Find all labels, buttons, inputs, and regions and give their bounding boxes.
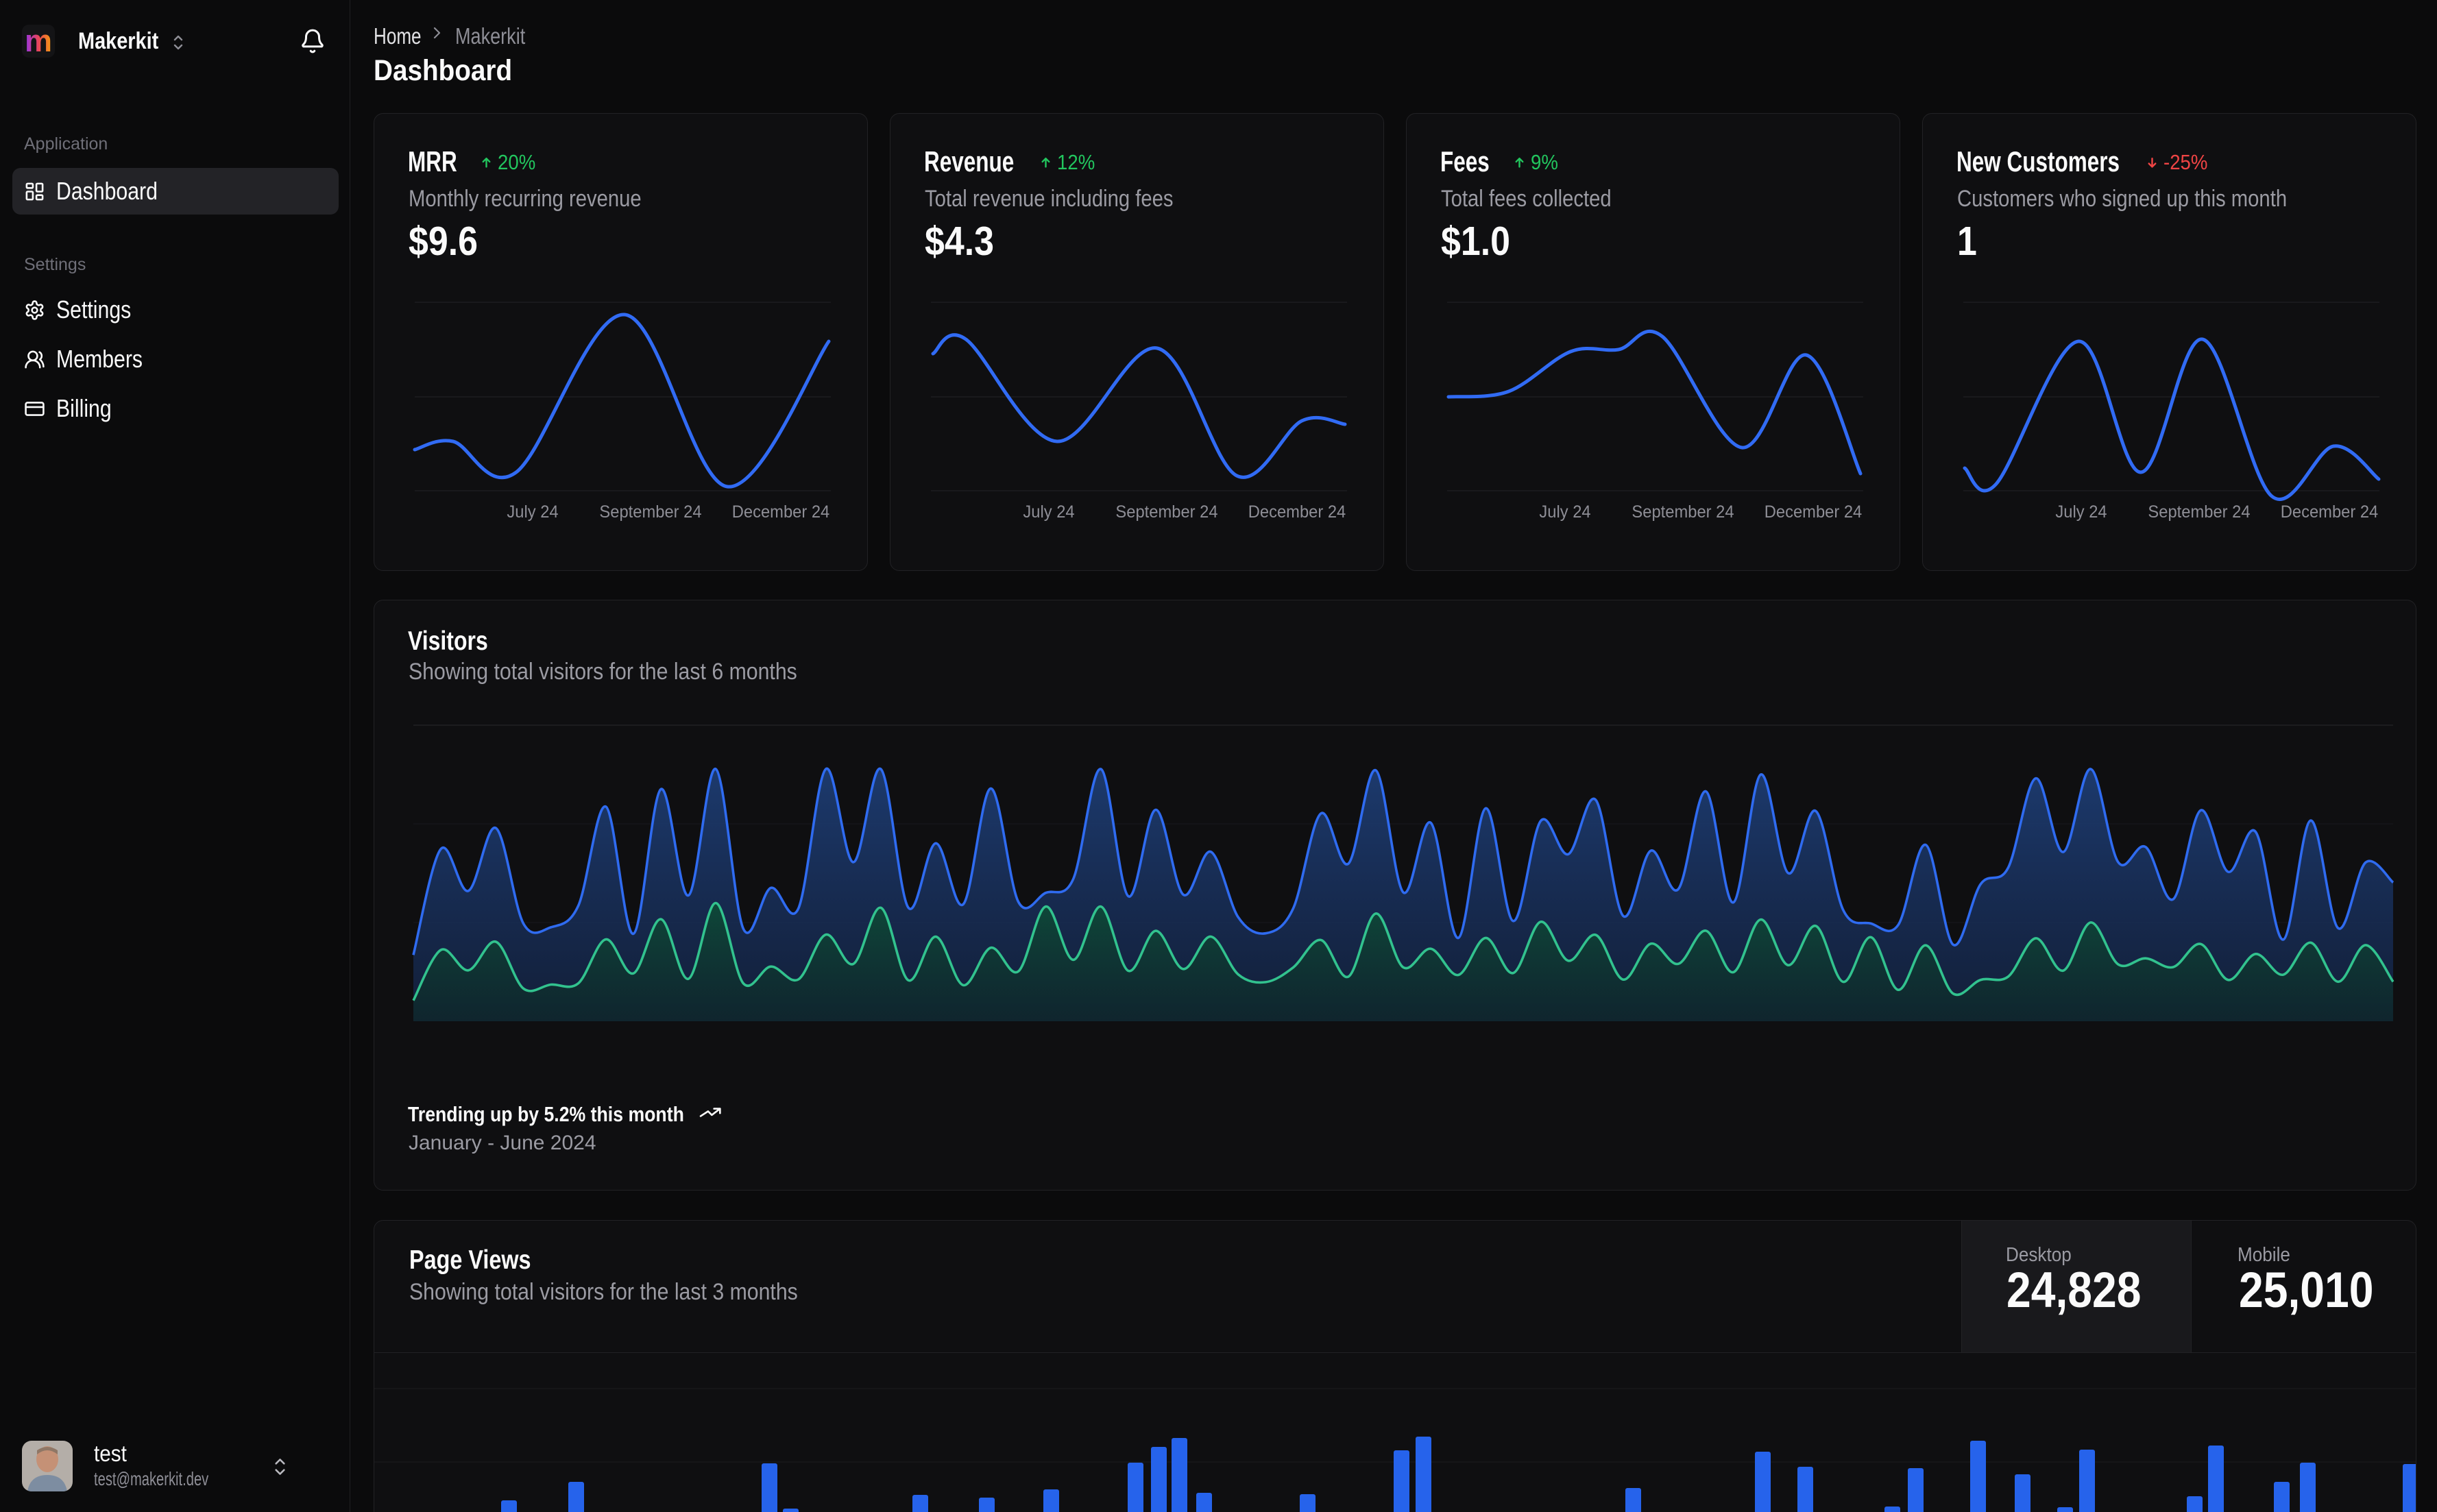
svg-text:September 24: September 24: [599, 502, 701, 522]
svg-text:September 24: September 24: [1115, 502, 1217, 522]
svg-text:September 24: September 24: [1632, 502, 1734, 522]
svg-text:July 24: July 24: [2055, 502, 2107, 522]
svg-text:July 24: July 24: [1539, 502, 1590, 522]
svg-text:December 24: December 24: [2281, 502, 2379, 522]
svg-text:December 24: December 24: [1765, 502, 1863, 522]
svg-text:m: m: [25, 25, 52, 58]
svg-text:December 24: December 24: [1248, 502, 1346, 522]
svg-text:July 24: July 24: [1023, 502, 1074, 522]
svg-text:July 24: July 24: [507, 502, 558, 522]
svg-text:December 24: December 24: [732, 502, 830, 522]
svg-text:September 24: September 24: [2148, 502, 2250, 522]
